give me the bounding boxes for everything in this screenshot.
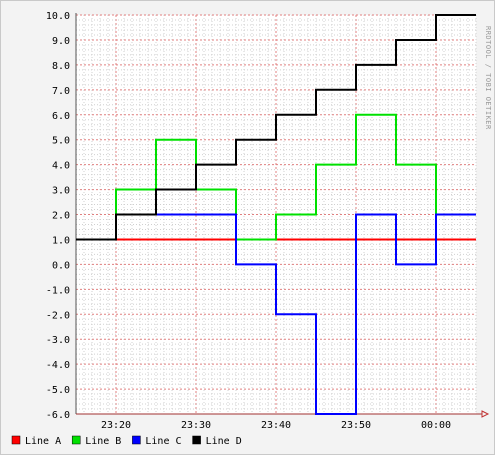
y-tick-label: 8.0: [52, 61, 70, 72]
legend-label: Line D: [206, 436, 242, 447]
line-chart: 10.0 9.0 8.0 7.0 6.0 5.0 4.0 3.0 2.0 1.0 0.0 -1.0 -2…: [0, 0, 495, 455]
y-tick-label: 2.0: [52, 211, 70, 222]
watermark-text: RRDTOOL / TOBI OETIKER: [484, 26, 492, 130]
y-tick-label: -5.0: [46, 385, 70, 396]
y-tick-label: 7.0: [52, 86, 70, 97]
x-tick-label: 00:00: [421, 420, 451, 431]
x-tick-label: 23:50: [341, 420, 371, 431]
y-tick-label: 10.0: [46, 11, 70, 22]
x-tick-label: 23:40: [261, 420, 291, 431]
y-tick-label: 0.0: [52, 260, 70, 271]
y-tick-label: -1.0: [46, 285, 70, 296]
legend-label: Line A: [25, 436, 61, 447]
x-tick-label: 23:20: [101, 420, 131, 431]
y-tick-label: 1.0: [52, 235, 70, 246]
y-tick-label: 6.0: [52, 111, 70, 122]
y-tick-label: -2.0: [46, 310, 70, 321]
y-tick-label: -3.0: [46, 335, 70, 346]
legend-swatch: [132, 435, 141, 445]
y-tick-label: 3.0: [52, 186, 70, 197]
legend-label: Line C: [145, 436, 181, 447]
y-tick-label: -4.0: [46, 360, 70, 371]
y-tick-label: -6.0: [46, 410, 70, 421]
y-tick-label: 5.0: [52, 136, 70, 147]
y-tick-label: 4.0: [52, 161, 70, 172]
legend-swatch: [192, 435, 201, 445]
legend-label: Line B: [85, 436, 121, 447]
legend-swatch: [11, 435, 21, 445]
x-tick-label: 23:30: [181, 420, 211, 431]
y-tick-label: 9.0: [52, 36, 70, 47]
legend-swatch: [71, 435, 81, 445]
